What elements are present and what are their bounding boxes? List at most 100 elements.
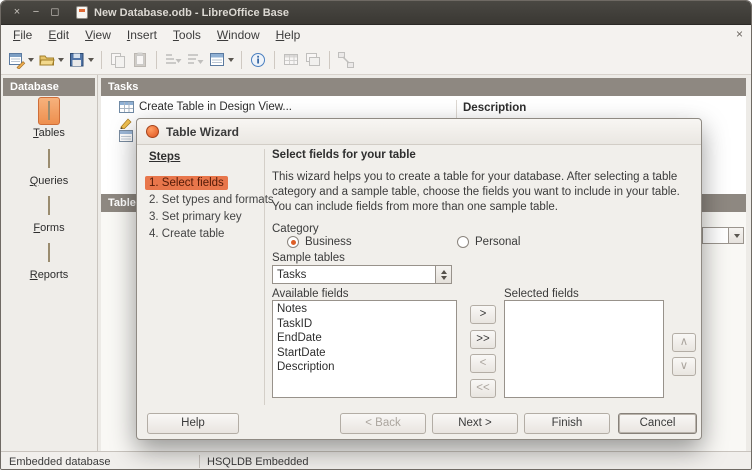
- table-wizard-dialog: Table Wizard Steps 1. Select fields 2. S…: [136, 118, 702, 440]
- sidebar-item-queries[interactable]: Queries: [1, 145, 97, 187]
- field-item[interactable]: TaskID: [273, 317, 456, 332]
- radio-label: Personal: [475, 236, 520, 248]
- sidebar-item-tables[interactable]: Tables: [1, 97, 97, 139]
- form-design-icon[interactable]: [6, 48, 36, 72]
- preview-dropdown-partial[interactable]: [702, 227, 744, 244]
- task-label: Create Table in Design View...: [139, 101, 292, 113]
- open-icon[interactable]: [36, 48, 66, 72]
- dropdown-arrow-icon[interactable]: [28, 58, 34, 62]
- tables-icon: [48, 101, 50, 120]
- menu-insert[interactable]: Insert: [119, 26, 165, 44]
- move-all-right-button[interactable]: >>: [470, 330, 496, 349]
- menu-edit[interactable]: Edit: [40, 26, 77, 44]
- task-use-wizard[interactable]: [119, 116, 134, 129]
- radio-business[interactable]: Business: [287, 236, 352, 248]
- next-button[interactable]: Next >: [432, 413, 518, 434]
- cancel-button[interactable]: Cancel: [618, 413, 697, 434]
- status-engine: HSQLDB Embedded: [200, 456, 309, 468]
- toolbar-separator: [156, 51, 157, 69]
- step-set-primary-key[interactable]: 3. Set primary key: [145, 210, 246, 224]
- dialog-titlebar[interactable]: Table Wizard: [137, 119, 701, 145]
- move-left-button[interactable]: <: [470, 354, 496, 373]
- step-select-fields[interactable]: 1. Select fields: [145, 176, 228, 190]
- selected-fields-label: Selected fields: [504, 288, 579, 300]
- maximize-window-icon[interactable]: ◻: [47, 5, 63, 21]
- sidebar-item-label: Reports: [1, 269, 97, 281]
- toolbar-separator: [329, 51, 330, 69]
- move-right-button[interactable]: >: [470, 305, 496, 324]
- dropdown-arrow-icon[interactable]: [228, 58, 234, 62]
- save-icon[interactable]: [66, 48, 96, 72]
- help-button[interactable]: Help: [147, 413, 239, 434]
- database-panel-header: Database: [3, 78, 95, 96]
- sort-ascending-icon: [162, 48, 184, 72]
- task-create-view[interactable]: [119, 130, 133, 142]
- menubar: File Edit View Insert Tools Window Help …: [1, 25, 751, 45]
- toolbar-separator: [274, 51, 275, 69]
- toolbar-separator: [241, 51, 242, 69]
- base-app-icon: [76, 6, 88, 19]
- dialog-heading: Select fields for your table: [272, 149, 416, 161]
- menu-help[interactable]: Help: [268, 26, 309, 44]
- query-icon: [302, 48, 324, 72]
- form-icon[interactable]: [206, 48, 236, 72]
- database-sidebar: Database Tables Queries Forms Reports: [1, 75, 98, 451]
- dropdown-arrow-icon[interactable]: [88, 58, 94, 62]
- dropdown-arrow-icon[interactable]: [58, 58, 64, 62]
- menu-file[interactable]: File: [5, 26, 40, 44]
- move-all-left-button[interactable]: <<: [470, 379, 496, 398]
- available-fields-list[interactable]: Notes TaskID EndDate StartDate Descripti…: [272, 300, 457, 398]
- field-item[interactable]: StartDate: [273, 346, 456, 361]
- status-database-type: Embedded database: [1, 456, 199, 468]
- step-create-table[interactable]: 4. Create table: [145, 227, 228, 241]
- sidebar-item-label: Forms: [1, 222, 97, 234]
- description-header: Description: [463, 102, 526, 114]
- info-icon[interactable]: [247, 48, 269, 72]
- dialog-intro-text: This wizard helps you to create a table …: [272, 170, 696, 215]
- sidebar-item-reports[interactable]: Reports: [1, 239, 97, 281]
- radio-personal[interactable]: Personal: [457, 236, 520, 248]
- queries-icon: [48, 149, 50, 168]
- move-down-button[interactable]: ∨: [672, 357, 696, 376]
- titlebar[interactable]: × − ◻ New Database.odb - LibreOffice Bas…: [1, 1, 751, 25]
- selected-fields-list[interactable]: [504, 300, 664, 398]
- menu-tools[interactable]: Tools: [165, 26, 209, 44]
- table-grid-icon: [119, 101, 134, 113]
- minimize-window-icon[interactable]: −: [28, 5, 44, 21]
- menu-view[interactable]: View: [77, 26, 119, 44]
- view-sheet-icon: [119, 130, 133, 142]
- field-item[interactable]: EndDate: [273, 331, 456, 346]
- dropdown-button[interactable]: [713, 228, 728, 243]
- menu-window[interactable]: Window: [209, 26, 268, 44]
- steps-divider: [264, 149, 265, 405]
- back-button[interactable]: < Back: [340, 413, 426, 434]
- combo-spinner-icon[interactable]: [435, 266, 451, 283]
- toolbar: [1, 45, 751, 75]
- sample-tables-select[interactable]: Tasks: [272, 265, 452, 284]
- close-window-icon[interactable]: ×: [9, 5, 25, 21]
- sidebar-item-forms[interactable]: Forms: [1, 192, 97, 234]
- application-window: × − ◻ New Database.odb - LibreOffice Bas…: [0, 0, 752, 470]
- wizard-orb-icon: [146, 125, 159, 138]
- radio-dot-icon: [457, 236, 469, 248]
- window-title: New Database.odb - LibreOffice Base: [94, 7, 289, 19]
- tasks-panel-header: Tasks: [101, 78, 746, 96]
- copy-icon: [107, 48, 129, 72]
- sample-tables-label: Sample tables: [272, 252, 345, 264]
- dropdown-arrow-icon[interactable]: [728, 228, 743, 243]
- sidebar-item-label: Queries: [1, 175, 97, 187]
- radio-dot-icon: [287, 236, 299, 248]
- close-document-icon[interactable]: ×: [736, 27, 743, 41]
- field-item[interactable]: Notes: [273, 302, 456, 317]
- sidebar-item-label: Tables: [1, 127, 97, 139]
- radio-label: Business: [305, 236, 352, 248]
- field-item[interactable]: Description: [273, 360, 456, 375]
- statusbar: Embedded database HSQLDB Embedded: [1, 451, 751, 470]
- relationships-icon: [335, 48, 357, 72]
- move-up-button[interactable]: ∧: [672, 333, 696, 352]
- step-set-types[interactable]: 2. Set types and formats: [145, 193, 278, 207]
- sample-tables-value: Tasks: [273, 269, 435, 281]
- dialog-title: Table Wizard: [166, 125, 239, 139]
- task-create-design-view[interactable]: Create Table in Design View...: [119, 101, 292, 113]
- finish-button[interactable]: Finish: [524, 413, 610, 434]
